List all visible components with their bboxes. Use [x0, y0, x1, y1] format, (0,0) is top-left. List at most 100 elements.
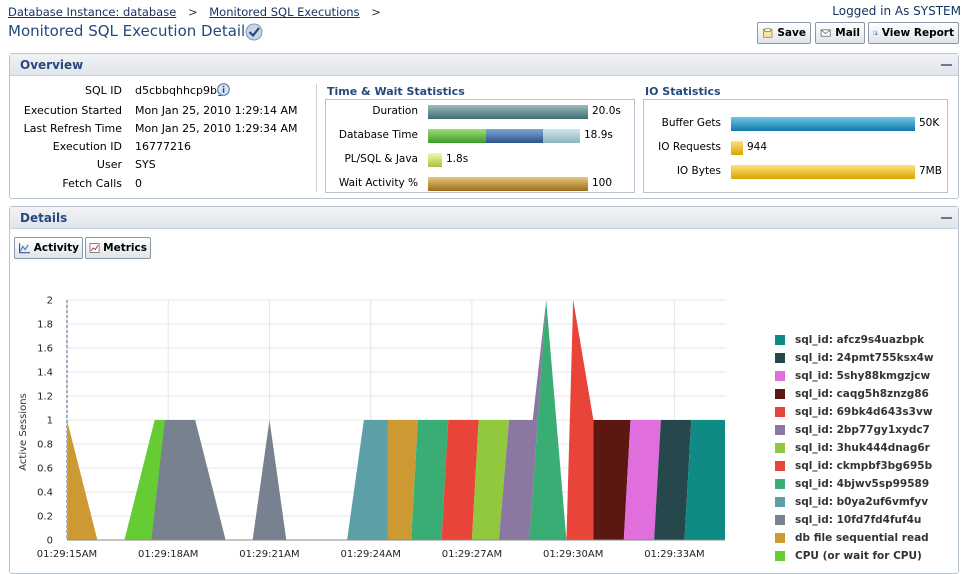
legend-label: sql_id: ckmpbf3bg695b: [795, 460, 933, 472]
page-title: Monitored SQL Execution Details: [8, 22, 254, 40]
legend-item[interactable]: sql_id: 69bk4d643s3vw: [775, 403, 934, 421]
legend-item[interactable]: sql_id: afcz9s4uazbpk: [775, 331, 934, 349]
legend-label: sql_id: 3huk444dnag6r: [795, 442, 930, 454]
legend-label: CPU (or wait for CPU): [795, 550, 922, 562]
view-report-button[interactable]: View Report: [868, 22, 959, 44]
tab-metrics-label: Metrics: [103, 242, 147, 254]
buffer-gets-value: 50K: [919, 117, 940, 129]
save-icon: [763, 28, 773, 38]
save-button[interactable]: Save: [757, 22, 811, 44]
database-time-bar: [428, 129, 580, 143]
y-tick-label: 0.6: [37, 464, 53, 475]
mail-button[interactable]: Mail: [815, 22, 865, 44]
io-requests-value: 944: [747, 141, 768, 153]
legend-swatch: [775, 515, 785, 525]
login-status: Logged in As SYSTEM: [832, 4, 961, 18]
legend-swatch: [775, 479, 785, 489]
execution-started-label: Execution Started: [23, 104, 122, 117]
sql-id-label: SQL ID: [85, 84, 122, 97]
y-tick-label: 2: [47, 296, 53, 307]
legend-item[interactable]: sql_id: 24pmt755ksx4w: [775, 349, 934, 367]
execution-id-label: Execution ID: [52, 140, 122, 153]
execution-id-value: 16777216: [135, 140, 191, 153]
column-divider: [316, 84, 317, 192]
user-label: User: [96, 158, 122, 171]
legend-label: sql_id: caqg5h8znzg86: [795, 388, 929, 400]
y-tick-label: 1.4: [37, 368, 53, 379]
breadcrumb-separator: >: [371, 5, 381, 19]
x-tick-label: 01:29:15AM: [37, 549, 97, 560]
view-report-label: View Report: [881, 27, 954, 39]
io-bytes-value: 7MB: [919, 165, 942, 177]
series-area[interactable]: [347, 420, 388, 540]
legend-label: sql_id: afcz9s4uazbpk: [795, 334, 925, 346]
chart-areas: [67, 300, 725, 540]
legend-item[interactable]: sql_id: 4bjwv5sp99589: [775, 475, 934, 493]
io-requests-label: IO Requests: [658, 141, 721, 153]
legend-swatch: [775, 335, 785, 345]
plsql-java-bar: [428, 153, 442, 167]
x-tick-label: 01:29:27AM: [442, 549, 502, 560]
breadcrumb-link-monitored-sql[interactable]: Monitored SQL Executions: [209, 5, 359, 19]
legend-swatch: [775, 425, 785, 435]
metrics-chart-icon: [89, 243, 100, 253]
plsql-java-label: PL/SQL & Java: [344, 153, 418, 165]
report-icon: [873, 30, 878, 36]
database-time-label: Database Time: [338, 129, 418, 141]
y-axis-label: Active Sessions: [18, 393, 29, 470]
series-area[interactable]: [566, 300, 594, 540]
legend-item[interactable]: sql_id: 2bp77gy1xydc7: [775, 421, 934, 439]
y-tick-label: 0.4: [37, 488, 53, 499]
y-tick-label: 1.6: [37, 344, 53, 355]
series-area[interactable]: [684, 420, 726, 540]
tab-activity[interactable]: Activity: [14, 237, 83, 259]
details-title: Details: [20, 211, 68, 225]
duration-value: 20.0s: [592, 105, 621, 117]
legend-label: sql_id: b0ya2uf6vmfyv: [795, 496, 929, 508]
io-title: IO Statistics: [645, 85, 721, 98]
chart-legend: sql_id: afcz9s4uazbpk sql_id: 24pmt755ksx…: [775, 331, 934, 565]
breadcrumb-link-instance[interactable]: Database Instance: database: [8, 5, 176, 19]
legend-swatch: [775, 353, 785, 363]
execution-started-value: Mon Jan 25, 2010 1:29:14 AM: [135, 104, 298, 117]
legend-item[interactable]: db file sequential read: [775, 529, 934, 547]
duration-label: Duration: [372, 105, 418, 117]
buffer-gets-label: Buffer Gets: [661, 117, 721, 129]
legend-item[interactable]: CPU (or wait for CPU): [775, 547, 934, 565]
collapse-icon[interactable]: [941, 64, 952, 66]
y-tick-label: 0.2: [37, 512, 53, 523]
legend-label: sql_id: 4bjwv5sp99589: [795, 478, 930, 490]
legend-item[interactable]: sql_id: 3huk444dnag6r: [775, 439, 934, 457]
collapse-icon[interactable]: [941, 217, 952, 219]
legend-item[interactable]: sql_id: caqg5h8znzg86: [775, 385, 934, 403]
legend-swatch: [775, 461, 785, 471]
legend-label: sql_id: 24pmt755ksx4w: [795, 352, 934, 364]
info-icon[interactable]: [217, 83, 230, 96]
tab-activity-label: Activity: [33, 242, 79, 254]
mail-icon: [820, 29, 831, 37]
io-requests-bar: [731, 141, 743, 155]
legend-swatch: [775, 443, 785, 453]
tab-metrics[interactable]: Metrics: [85, 237, 151, 259]
x-tick-label: 01:29:18AM: [138, 549, 198, 560]
legend-label: sql_id: 2bp77gy1xydc7: [795, 424, 930, 436]
legend-item[interactable]: sql_id: 5shy88kmgzjcw: [775, 367, 934, 385]
time-wait-title: Time & Wait Statistics: [327, 85, 465, 98]
last-refresh-value: Mon Jan 25, 2010 1:29:34 AM: [135, 122, 298, 135]
legend-item[interactable]: sql_id: 10fd7fd4fuf4u: [775, 511, 934, 529]
duration-bar: [428, 105, 588, 119]
io-bytes-label: IO Bytes: [676, 165, 721, 177]
legend-item[interactable]: sql_id: b0ya2uf6vmfyv: [775, 493, 934, 511]
user-value: SYS: [135, 158, 156, 171]
legend-label: sql_id: 5shy88kmgzjcw: [795, 370, 931, 382]
series-area[interactable]: [151, 420, 287, 540]
wait-activity-label: Wait Activity %: [338, 177, 418, 189]
x-tick-label: 01:29:33AM: [644, 549, 704, 560]
y-tick-label: 0: [47, 536, 53, 547]
breadcrumb-separator: >: [187, 5, 198, 19]
legend-swatch: [775, 371, 785, 381]
wait-activity-bar: [428, 177, 588, 191]
legend-label: sql_id: 10fd7fd4fuf4u: [795, 514, 922, 526]
legend-item[interactable]: sql_id: ckmpbf3bg695b: [775, 457, 934, 475]
x-tick-label: 01:29:24AM: [340, 549, 400, 560]
